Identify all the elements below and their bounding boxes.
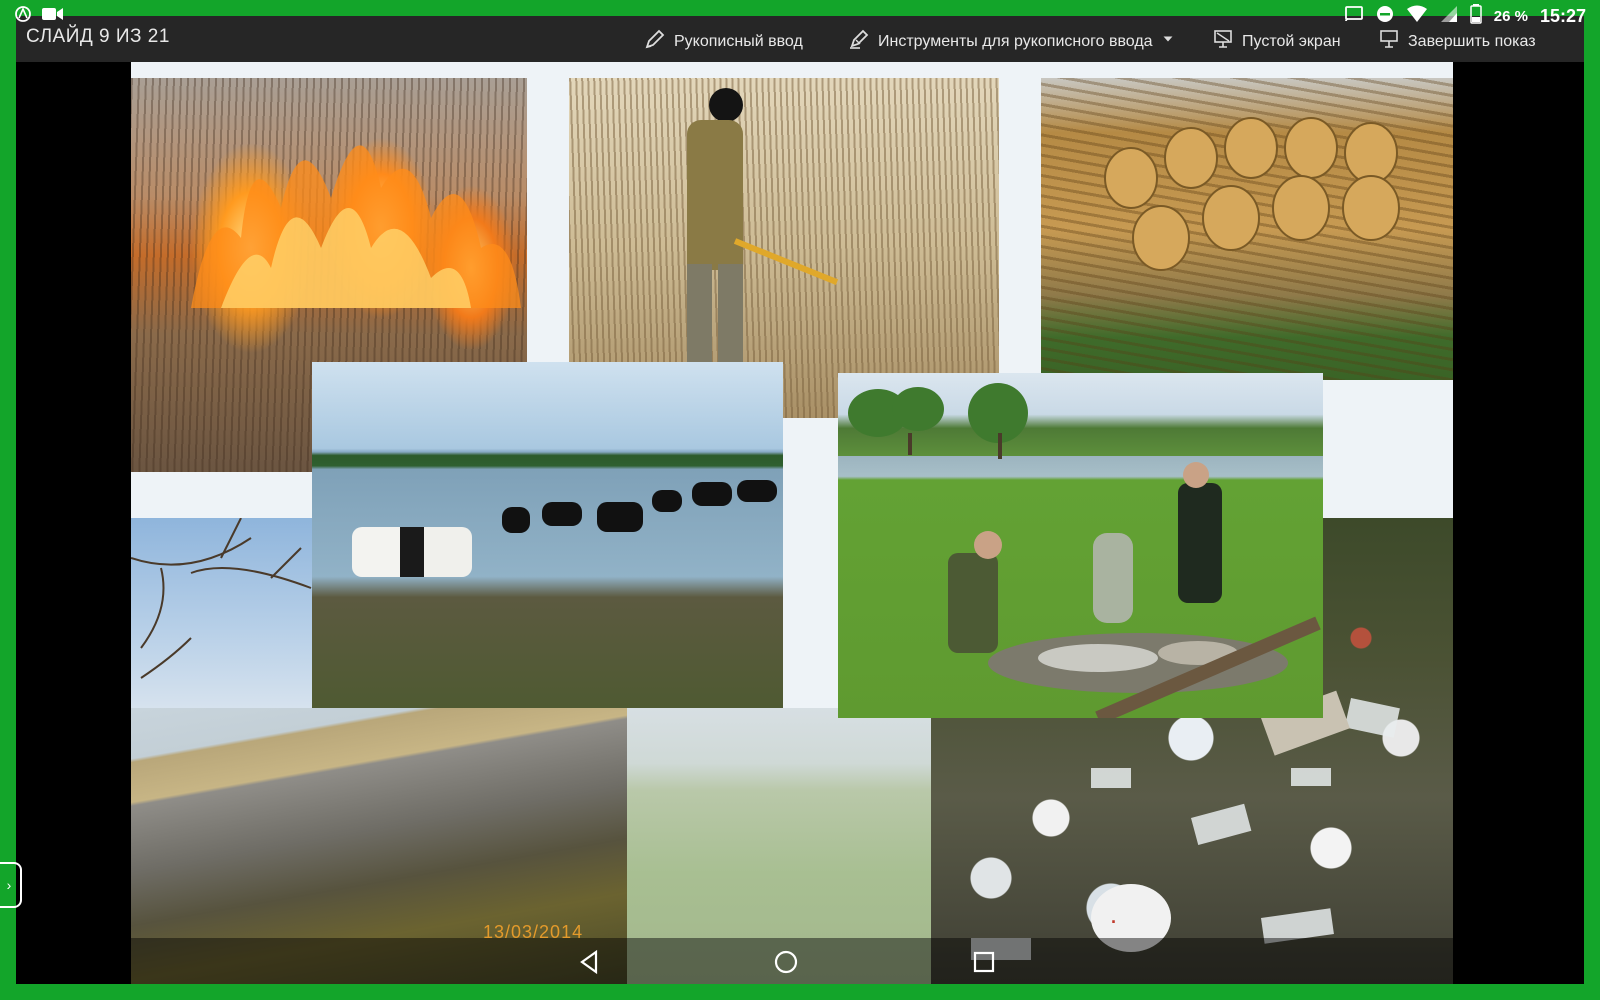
photo-volunteers-cleanup xyxy=(838,373,1323,718)
signal-icon xyxy=(1440,5,1458,27)
battery-percent: 26 % xyxy=(1493,7,1528,25)
ink-tools-dropdown[interactable]: Инструменты для рукописного ввода xyxy=(848,28,1175,55)
photo-reed-bundles xyxy=(1041,78,1453,380)
app-icon xyxy=(14,5,32,27)
camera-icon xyxy=(42,6,64,26)
svg-text:·: · xyxy=(1111,912,1117,932)
home-icon[interactable] xyxy=(772,948,800,976)
slide-canvas: 13/03/2014 · xyxy=(131,62,1453,984)
cast-icon xyxy=(1344,6,1364,26)
man-figure xyxy=(657,88,839,378)
cow xyxy=(352,527,472,577)
side-panel-handle[interactable]: › xyxy=(0,862,22,908)
ink-tools-label: Инструменты для рукописного ввода xyxy=(878,32,1153,50)
cow xyxy=(542,502,582,526)
clock: 15:27 xyxy=(1539,5,1586,26)
blank-screen-button[interactable]: Пустой экран xyxy=(1212,28,1341,55)
blank-screen-label: Пустой экран xyxy=(1242,32,1341,50)
back-icon[interactable] xyxy=(576,948,604,976)
projector-icon xyxy=(1378,28,1400,55)
blank-screen-icon xyxy=(1212,28,1234,55)
status-bar: 26 % 15:27 xyxy=(0,0,1600,30)
photo-branches-sky xyxy=(131,518,312,708)
cow xyxy=(652,490,682,512)
presentation-screen: СЛАЙД 9 ИЗ 21 Рукописный ввод Инструмент… xyxy=(16,16,1584,984)
cow xyxy=(692,482,732,506)
ink-tools-icon xyxy=(848,28,870,55)
chevron-down-icon xyxy=(1161,32,1175,51)
chevron-right-icon: › xyxy=(6,877,12,893)
end-show-button[interactable]: Завершить показ xyxy=(1378,28,1536,55)
photo-cows-watering xyxy=(312,362,783,708)
cow xyxy=(502,507,530,533)
cow xyxy=(597,502,643,532)
end-show-label: Завершить показ xyxy=(1408,32,1536,50)
do-not-disturb-icon xyxy=(1376,5,1394,27)
cow xyxy=(737,480,777,502)
ink-label: Рукописный ввод xyxy=(674,32,803,50)
battery-icon xyxy=(1470,4,1482,28)
navigation-bar xyxy=(16,938,1584,984)
wifi-icon xyxy=(1406,5,1428,27)
recents-icon[interactable] xyxy=(970,948,998,976)
pen-icon xyxy=(644,28,666,55)
ink-button[interactable]: Рукописный ввод xyxy=(644,28,803,55)
